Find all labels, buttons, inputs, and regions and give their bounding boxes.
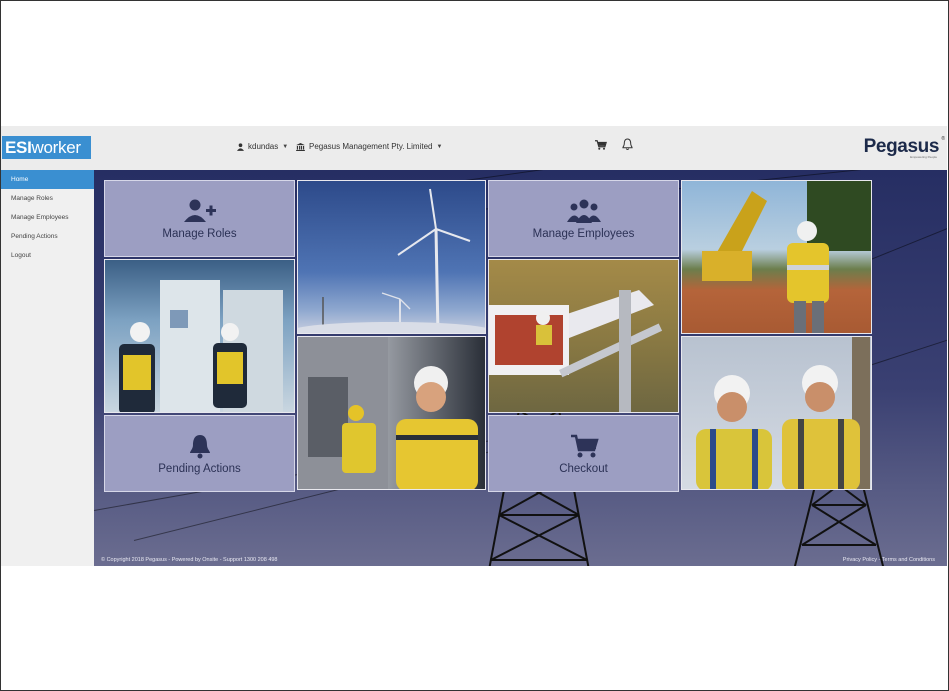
bell-icon (189, 434, 210, 458)
user-name: kdundas (248, 142, 279, 151)
registered-mark: ® (941, 136, 945, 142)
wind-turbine-photo (297, 180, 486, 334)
electrician-workers-photo (297, 336, 486, 490)
bank-icon (296, 142, 305, 151)
excavator-worker-photo (681, 180, 872, 334)
top-bar: ESIworker kdundas ▼ Pegasus Management P… (1, 126, 947, 170)
sidebar-item-manage-roles[interactable]: Manage Roles (1, 189, 94, 208)
sidebar-item-manage-employees[interactable]: Manage Employees (1, 208, 94, 227)
sidebar-item-logout[interactable]: Logout (1, 246, 94, 265)
company-name: Pegasus Management Pty. Limited (309, 142, 433, 151)
wind-turbine-image (298, 188, 485, 333)
switchboard-workers-photo (104, 259, 295, 413)
app-window: ESIworker kdundas ▼ Pegasus Management P… (1, 126, 947, 566)
tile-manage-employees[interactable]: Manage Employees (488, 180, 679, 257)
cherry-picker-photo (488, 259, 679, 413)
tile-label: Checkout (559, 462, 608, 475)
tile-checkout[interactable]: Checkout (488, 415, 679, 492)
bell-icon[interactable] (622, 138, 633, 151)
brand-tagline: Empowering People (910, 155, 937, 159)
tile-pending-actions[interactable]: Pending Actions (104, 415, 295, 492)
tile-label: Manage Roles (162, 227, 237, 240)
cart-icon (570, 434, 599, 457)
sidebar: Home Manage Roles Manage Employees Pendi… (1, 170, 94, 566)
sidebar-item-home[interactable]: Home (1, 170, 94, 189)
esiworker-logo[interactable]: ESIworker (2, 136, 91, 159)
excavator-worker-image (702, 181, 871, 333)
logo-rest-text: worker (31, 138, 82, 157)
chevron-down-icon: ▼ (436, 143, 443, 150)
electrician-workers-image (298, 337, 478, 489)
user-menu[interactable]: kdundas ▼ (237, 142, 288, 151)
chevron-down-icon: ▼ (282, 143, 289, 150)
footer-links[interactable]: Privacy Policy - Terms and Conditions (843, 557, 935, 563)
dashboard-grid: Manage Roles Manage Employees Pending Ac… (104, 180, 872, 492)
cherry-picker-image (489, 290, 663, 412)
linesmen-workers-image (696, 337, 870, 489)
tile-manage-roles[interactable]: Manage Roles (104, 180, 295, 257)
user-plus-icon (183, 199, 216, 222)
sidebar-item-pending-actions[interactable]: Pending Actions (1, 227, 94, 246)
tile-label: Pending Actions (158, 462, 241, 475)
footer-copyright: © Copyright 2018 Pegasus - Powered by On… (101, 557, 278, 563)
tile-label: Manage Employees (532, 227, 635, 240)
logo-bold-text: ESI (5, 138, 32, 157)
company-menu[interactable]: Pegasus Management Pty. Limited ▼ (296, 142, 442, 151)
switchboard-workers-image (119, 280, 283, 412)
user-icon (237, 142, 244, 151)
users-group-icon (566, 199, 601, 223)
linesmen-workers-photo (681, 336, 872, 490)
main-content: Manage Roles Manage Employees Pending Ac… (94, 170, 947, 566)
cart-icon[interactable] (595, 139, 607, 151)
